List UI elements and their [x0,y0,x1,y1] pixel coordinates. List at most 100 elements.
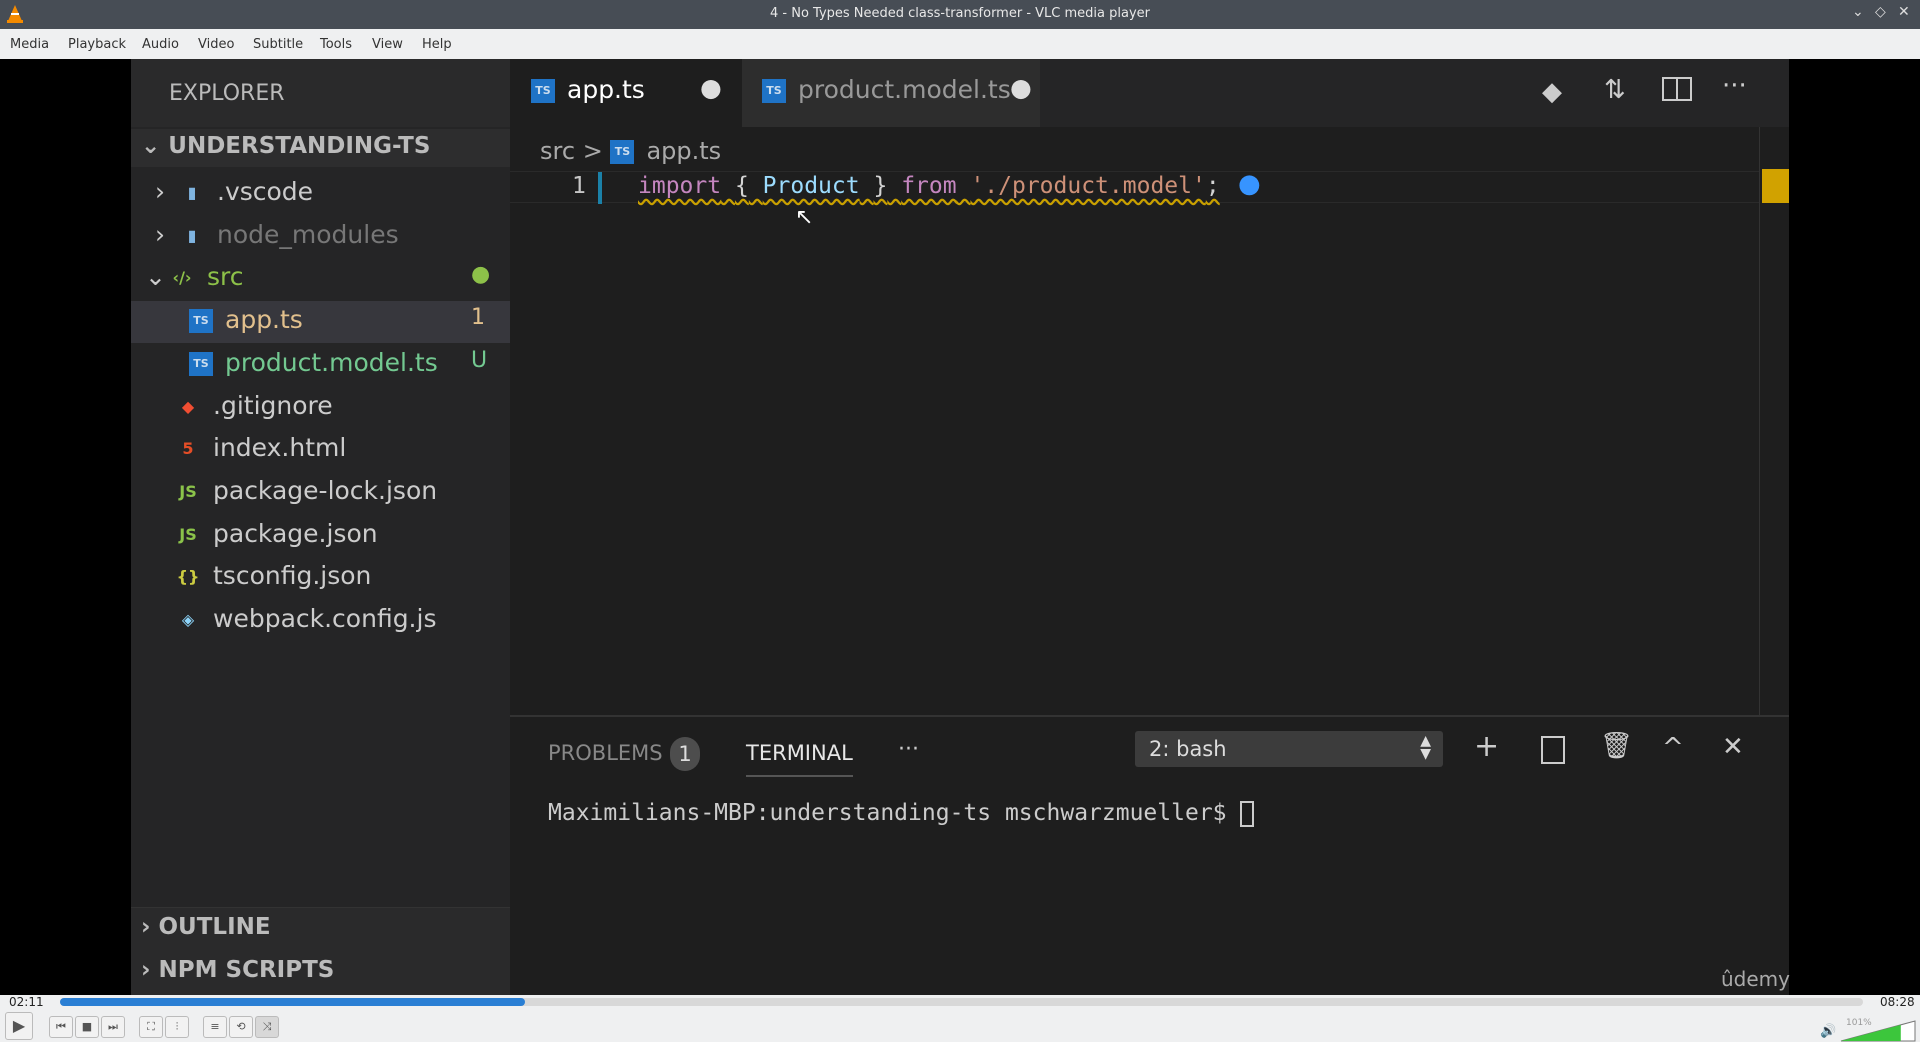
breadcrumb-folder[interactable]: src [540,137,575,165]
tree-item-label: package.json [213,518,378,548]
tree-item[interactable]: JS package.json [175,518,378,548]
project-name: UNDERSTANDING-TS [168,133,431,159]
loop-button[interactable]: ⟲ [229,1016,253,1038]
tree-item[interactable]: {} tsconfig.json [175,561,372,591]
tree-item[interactable]: ◈ webpack.config.js [175,604,437,633]
player-controls: ▶ ⏮ ■ ⏭ ⛶ ⫶ ≡ ⟲ ⤨ 🔊 101% [0,1010,1920,1042]
shuffle-button[interactable]: ⤨ [255,1016,279,1038]
menu-playback[interactable]: Playback [68,37,126,52]
volume-slider[interactable] [1840,1020,1916,1042]
tree-item[interactable]: TS product.model.ts [189,348,438,377]
scrollbar[interactable] [1759,127,1760,715]
tree-item[interactable]: JS package-lock.json [175,476,437,505]
total-time: 08:28 [1880,995,1915,1009]
tree-item[interactable]: › ▮ .vscode [155,177,313,206]
explorer-sidebar: EXPLORER ⌄ UNDERSTANDING-TS › ▮ .vscode › ▮ n… [131,59,510,995]
tab-product-model-ts[interactable]: TS product.model.ts ● [742,59,1040,127]
tree-item-label: webpack.config.js [213,604,437,633]
tree-item[interactable]: ⌄ ‹/› src [145,262,244,291]
webpack-icon: ◈ [181,610,195,629]
fullscreen-button[interactable]: ⛶ [139,1016,163,1038]
menu-media[interactable]: Media [10,37,49,52]
stop-button[interactable]: ■ [75,1016,99,1038]
typescript-icon: TS [189,351,213,376]
split-terminal-icon[interactable] [1541,736,1565,764]
tree-item-label: src [207,262,244,292]
line-number: 1 [572,173,586,199]
folder-icon: ▮ [187,183,197,202]
typescript-icon: TS [531,79,555,103]
json-icon: {} [176,567,200,587]
terminal-select-value: 2: bash [1149,737,1227,761]
tab-terminal[interactable]: TERMINAL [746,741,853,777]
progress-row: 02:11 08:28 [0,995,1920,1010]
tab-label: app.ts [567,75,645,104]
project-folder[interactable]: ⌄ UNDERSTANDING-TS [141,133,430,159]
next-button[interactable]: ⏭ [101,1016,125,1038]
tree-item[interactable]: 5 index.html [175,433,346,462]
terminal-panel: PROBLEMS 1 TERMINAL ··· 2: bash ▲ ▼ + 🗑 ^ … [510,715,1790,995]
explorer-title: EXPLORER [169,81,285,106]
lightbulb-icon[interactable]: ● [1238,169,1261,199]
menu-audio[interactable]: Audio [142,37,179,52]
play-button[interactable]: ▶ [5,1012,33,1040]
terminal-select[interactable]: 2: bash ▲ ▼ [1135,731,1443,767]
maximize-panel-icon[interactable]: ^ [1662,733,1684,763]
outline-label: OUTLINE [158,914,271,940]
editor-tabs: TS app.ts ● TS product.model.ts ● ◆ ⇅ ··· [510,59,1789,127]
more-icon[interactable]: ··· [898,737,919,762]
elapsed-time: 02:11 [9,995,44,1009]
menu-view[interactable]: View [372,37,403,52]
tree-item-label: package-lock.json [213,475,438,505]
chevron-icon: ⌄ [145,262,166,292]
maximize-button[interactable]: ◇ [1875,4,1886,20]
unsaved-dot-icon[interactable]: ● [700,73,722,102]
unsaved-dot-icon[interactable]: ● [1010,73,1032,102]
menu-help[interactable]: Help [422,37,452,52]
modified-gutter-marker [598,172,602,204]
npm-scripts-label: NPM SCRIPTS [158,957,335,983]
tree-item-badge: 1 [471,305,485,331]
tree-item-label: tsconfig.json [213,561,372,591]
volume-icon[interactable]: 🔊 [1820,1024,1836,1039]
typescript-icon: TS [610,140,635,164]
scrollbar-marker [1762,169,1789,203]
tab-problems[interactable]: PROBLEMS [548,741,663,765]
code-line[interactable]: import { Product } from './product.model… [638,173,1220,199]
folder-open-icon: ‹/› [172,268,192,288]
folder-icon: ▮ [187,225,197,245]
playlist-button[interactable]: ≡ [203,1016,227,1038]
menu-video[interactable]: Video [198,37,234,52]
minimize-button[interactable]: ⌄ [1852,4,1864,20]
tree-item[interactable]: ◆ .gitignore [175,391,333,420]
extended-settings-button[interactable]: ⫶ [165,1016,189,1038]
menu-subtitle[interactable]: Subtitle [253,37,303,52]
terminal-output[interactable]: Maximilians-MBP:understanding-ts mschwar… [548,800,1255,827]
mouse-cursor-icon: ↖ [795,205,814,230]
trash-icon[interactable]: 🗑 [1600,731,1633,761]
updown-icon: ▲ ▼ [1420,733,1431,762]
tree-item[interactable]: TS app.ts [189,305,303,334]
menu-bar: Media Playback Audio Video Subtitle Tool… [0,29,1920,59]
tree-item-label: index.html [213,433,347,463]
split-editor-icon[interactable] [1662,77,1692,101]
previous-button[interactable]: ⏮ [49,1016,73,1038]
breadcrumb-separator: > [582,137,603,165]
close-button[interactable]: ✕ [1898,4,1910,20]
tree-item[interactable]: › ▮ node_modules [155,220,399,249]
open-changes-icon[interactable]: ⇅ [1604,75,1626,105]
udemy-watermark: ûdemy [1721,967,1790,991]
more-actions-icon[interactable]: ··· [1722,71,1747,101]
git-compare-icon[interactable]: ◆ [1542,77,1562,107]
seek-bar[interactable] [60,998,1863,1006]
new-terminal-icon[interactable]: + [1474,729,1499,764]
tab-app-ts[interactable]: TS app.ts ● [510,59,742,127]
tree-item-label: .gitignore [213,390,333,420]
outline-section[interactable]: › OUTLINE [141,914,271,940]
editor: TS app.ts ● TS product.model.ts ● ◆ ⇅ ··· … [510,59,1790,995]
npm-scripts-section[interactable]: › NPM SCRIPTS [141,957,334,983]
close-panel-icon[interactable]: ✕ [1722,732,1744,762]
npm-icon: JS [179,524,197,544]
menu-tools[interactable]: Tools [320,37,352,52]
breadcrumb-file[interactable]: app.ts [646,137,721,165]
